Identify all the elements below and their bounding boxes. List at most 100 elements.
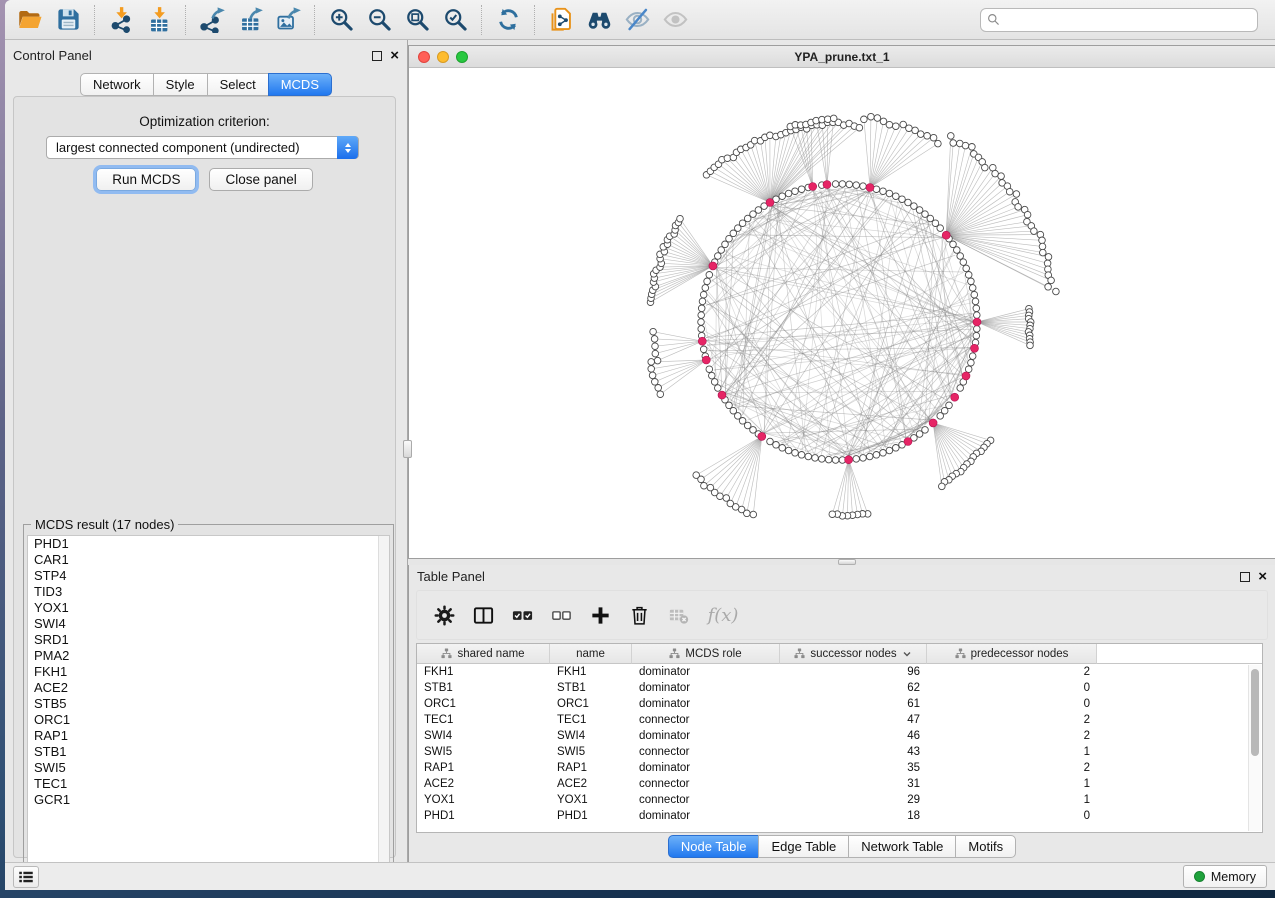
table-row[interactable]: PHD1PHD1dominator180 (417, 808, 1262, 824)
table-row[interactable]: ACE2ACE2connector311 (417, 776, 1262, 792)
delete-row-button[interactable] (624, 600, 654, 630)
tab-node-table[interactable]: Node Table (668, 835, 760, 858)
tab-network-table[interactable]: Network Table (848, 835, 956, 858)
result-node-item[interactable]: SRD1 (28, 632, 389, 648)
memory-button[interactable]: Memory (1183, 865, 1267, 888)
result-node-item[interactable]: PMA2 (28, 648, 389, 664)
gear-icon (433, 604, 456, 627)
export-table-button[interactable] (231, 3, 269, 37)
close-panel-button[interactable]: Close panel (209, 168, 312, 191)
import-network-icon (108, 6, 135, 33)
cell-shared-name: ORC1 (417, 696, 550, 712)
show-eye-button[interactable] (656, 3, 694, 37)
zoom-out-button[interactable] (360, 3, 398, 37)
import-network-button[interactable] (102, 3, 140, 37)
find-binoculars-button[interactable] (580, 3, 618, 37)
result-node-item[interactable]: FKH1 (28, 664, 389, 680)
zoom-selected-icon (442, 6, 469, 33)
cell-name: STB1 (550, 680, 632, 696)
result-node-item[interactable]: TEC1 (28, 776, 389, 792)
columns-icon (472, 604, 495, 627)
float-table-panel-icon[interactable] (1240, 572, 1250, 582)
result-node-item[interactable]: ORC1 (28, 712, 389, 728)
result-node-item[interactable]: ACE2 (28, 680, 389, 696)
find-binoculars-icon (586, 6, 613, 33)
export-network-icon (199, 6, 226, 33)
result-node-item[interactable]: SWI4 (28, 616, 389, 632)
cell-successor-nodes: 96 (780, 664, 927, 680)
export-image-button[interactable] (269, 3, 307, 37)
zoom-fit-button[interactable] (398, 3, 436, 37)
table-row[interactable]: SWI5SWI5connector431 (417, 744, 1262, 760)
tab-network[interactable]: Network (80, 73, 154, 96)
zoom-selected-button[interactable] (436, 3, 474, 37)
result-node-item[interactable]: STP4 (28, 568, 389, 584)
result-node-item[interactable]: GCR1 (28, 792, 389, 808)
export-network-button[interactable] (193, 3, 231, 37)
table-row[interactable]: TEC1TEC1connector472 (417, 712, 1262, 728)
result-node-item[interactable]: STB5 (28, 696, 389, 712)
result-node-item[interactable]: PHD1 (28, 536, 389, 552)
refresh-button[interactable] (489, 3, 527, 37)
tab-motifs[interactable]: Motifs (955, 835, 1016, 858)
zoom-in-button[interactable] (322, 3, 360, 37)
cell-shared-name: ACE2 (417, 776, 550, 792)
result-node-item[interactable]: TID3 (28, 584, 389, 600)
hide-eye-slash-button[interactable] (618, 3, 656, 37)
search-input[interactable] (980, 8, 1258, 32)
tab-select[interactable]: Select (207, 73, 269, 96)
result-node-item[interactable]: YOX1 (28, 600, 389, 616)
result-node-item[interactable]: CAR1 (28, 552, 389, 568)
close-panel-icon[interactable]: × (390, 51, 399, 61)
tab-style[interactable]: Style (153, 73, 208, 96)
select-all-button[interactable] (507, 600, 537, 630)
columns-button[interactable] (468, 600, 498, 630)
delete-table-button[interactable] (663, 600, 693, 630)
result-node-item[interactable]: STB1 (28, 744, 389, 760)
save-icon (55, 6, 82, 33)
cell-name: SWI5 (550, 744, 632, 760)
table-row[interactable]: RAP1RAP1dominator352 (417, 760, 1262, 776)
gear-button[interactable] (429, 600, 459, 630)
close-table-panel-icon[interactable]: × (1258, 572, 1267, 582)
cell-name: ORC1 (550, 696, 632, 712)
result-node-item[interactable]: SWI5 (28, 760, 389, 776)
table-scrollbar-thumb[interactable] (1251, 669, 1259, 756)
table-row[interactable]: FKH1FKH1dominator962 (417, 664, 1262, 680)
new-network-from-selection-button[interactable] (542, 3, 580, 37)
result-scrollbar-track (378, 536, 389, 890)
open-folder-button[interactable] (11, 3, 49, 37)
cell-MCDS-role: connector (632, 776, 780, 792)
function-builder-button[interactable]: f(x) (702, 600, 744, 630)
column-header-successor-nodes[interactable]: successor nodes (780, 644, 927, 664)
float-panel-icon[interactable] (372, 51, 382, 61)
run-mcds-button[interactable]: Run MCDS (96, 168, 196, 191)
table-row[interactable]: SWI4SWI4dominator462 (417, 728, 1262, 744)
deselect-all-button[interactable] (546, 600, 576, 630)
criterion-select[interactable]: largest connected component (undirected) (46, 136, 359, 159)
save-button[interactable] (49, 3, 87, 37)
cell-predecessor-nodes: 1 (927, 776, 1097, 792)
add-row-button[interactable] (585, 600, 615, 630)
column-header-predecessor-nodes[interactable]: predecessor nodes (927, 644, 1097, 664)
toolbar-icons (11, 3, 694, 37)
task-history-button[interactable] (13, 866, 39, 888)
column-header-shared-name[interactable]: shared name (417, 644, 550, 664)
select-stepper-icon (337, 136, 358, 159)
tab-edge-table[interactable]: Edge Table (758, 835, 849, 858)
table-row[interactable]: STB1STB1dominator620 (417, 680, 1262, 696)
table-row[interactable]: ORC1ORC1dominator610 (417, 696, 1262, 712)
result-node-item[interactable]: RAP1 (28, 728, 389, 744)
table-row[interactable]: YOX1YOX1connector291 (417, 792, 1262, 808)
mcds-result-box: MCDS result (17 nodes) PHD1CAR1STP4TID3Y… (23, 524, 394, 890)
column-header-MCDS-role[interactable]: MCDS role (632, 644, 780, 664)
table-toolbar: f(x) (416, 590, 1268, 640)
network-titlebar: YPA_prune.txt_1 (409, 46, 1275, 68)
column-header-name[interactable]: name (550, 644, 632, 664)
import-table-button[interactable] (140, 3, 178, 37)
network-canvas[interactable] (409, 68, 1274, 558)
header-filler (1097, 644, 1262, 664)
cell-successor-nodes: 35 (780, 760, 927, 776)
tab-mcds[interactable]: MCDS (268, 73, 332, 96)
vertical-splitter-handle[interactable] (403, 440, 412, 458)
